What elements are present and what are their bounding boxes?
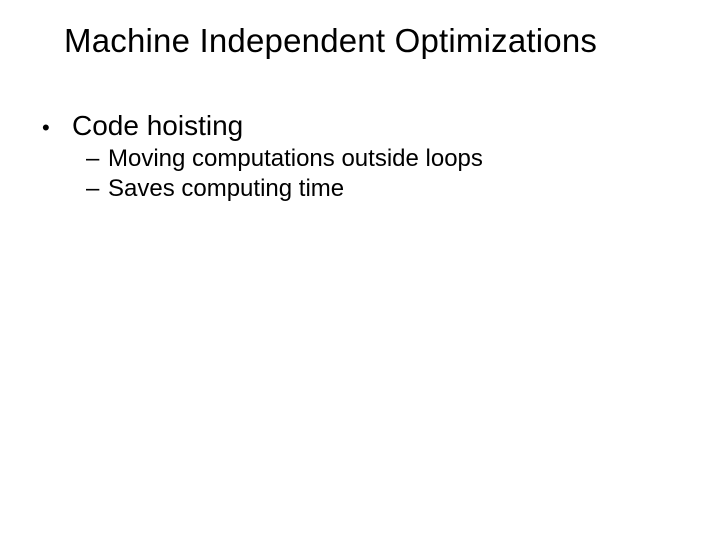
list-item: – Saves computing time (86, 174, 682, 204)
slide-title: Machine Independent Optimizations (64, 22, 597, 60)
dash-icon: – (86, 144, 108, 174)
bullet-label: Code hoisting (72, 110, 243, 142)
subitem-label: Moving computations outside loops (108, 144, 483, 174)
subitem-label: Saves computing time (108, 174, 344, 204)
list-item: • Code hoisting (38, 110, 682, 142)
list-item: – Moving computations outside loops (86, 144, 682, 174)
slide: Machine Independent Optimizations • Code… (0, 0, 720, 540)
slide-body: • Code hoisting – Moving computations ou… (38, 110, 682, 214)
bullet-level1: • Code hoisting – Moving computations ou… (38, 110, 682, 204)
dash-icon: – (86, 174, 108, 204)
bullet-disc-icon: • (38, 114, 72, 142)
bullet-level2-group: – Moving computations outside loops – Sa… (38, 144, 682, 204)
